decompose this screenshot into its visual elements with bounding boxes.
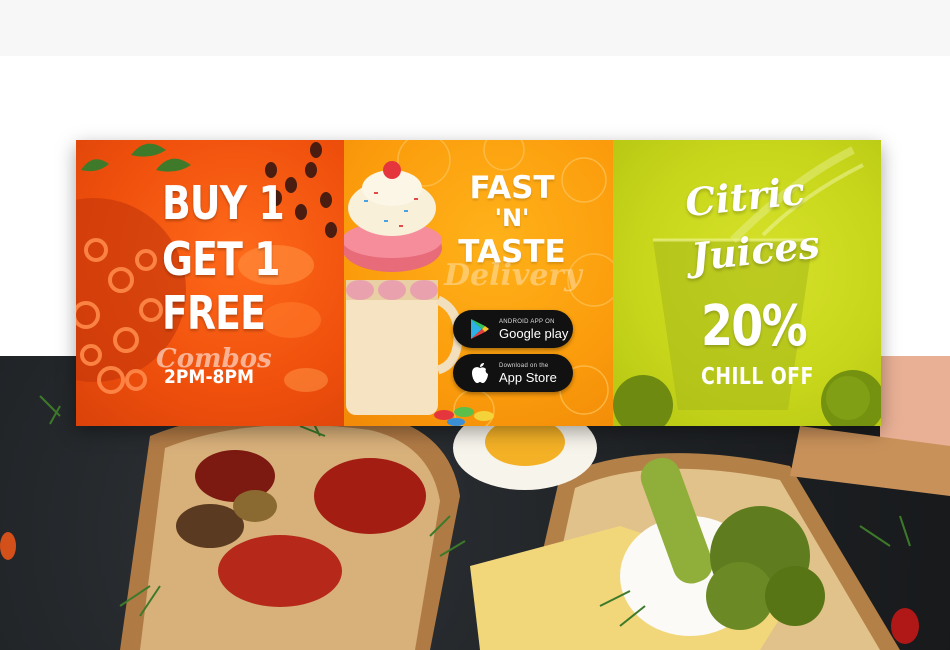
google-play-large-text: Google play xyxy=(499,325,569,341)
promo-banner: BUY 1 GET 1 FREE Combos 2PM-8PM FAST 'N'… xyxy=(76,140,881,426)
promo-time-range: 2PM-8PM xyxy=(164,366,254,388)
promo-script-delivery: Delivery xyxy=(444,258,582,293)
app-store-large-text: App Store xyxy=(499,369,557,385)
google-play-small-text: ANDROID APP ON xyxy=(499,318,555,325)
google-play-icon xyxy=(467,316,493,342)
promo-panel-delivery[interactable]: FAST 'N' TASTE Delivery ANDROID APP ON G… xyxy=(344,140,613,426)
top-bar xyxy=(0,0,950,56)
promo-line-free: FREE xyxy=(162,286,266,340)
apple-icon xyxy=(467,360,493,386)
promo-line-fast: FAST xyxy=(469,170,555,206)
app-store-small-text: Download on the xyxy=(499,362,549,369)
app-store-button[interactable]: Download on the App Store xyxy=(453,354,573,392)
promo-panel-combos[interactable]: BUY 1 GET 1 FREE Combos 2PM-8PM xyxy=(76,140,344,426)
promo-offer-text: CHILL OFF xyxy=(701,364,814,390)
promo-panel-juices[interactable]: Citric Juices 20% CHILL OFF xyxy=(613,140,881,426)
promo-line-buy: BUY 1 xyxy=(162,176,285,230)
promo-line-get: GET 1 xyxy=(162,232,281,286)
promo-discount-percent: 20% xyxy=(701,294,808,359)
promo-line-n: 'N' xyxy=(494,204,530,232)
google-play-button[interactable]: ANDROID APP ON Google play xyxy=(453,310,573,348)
